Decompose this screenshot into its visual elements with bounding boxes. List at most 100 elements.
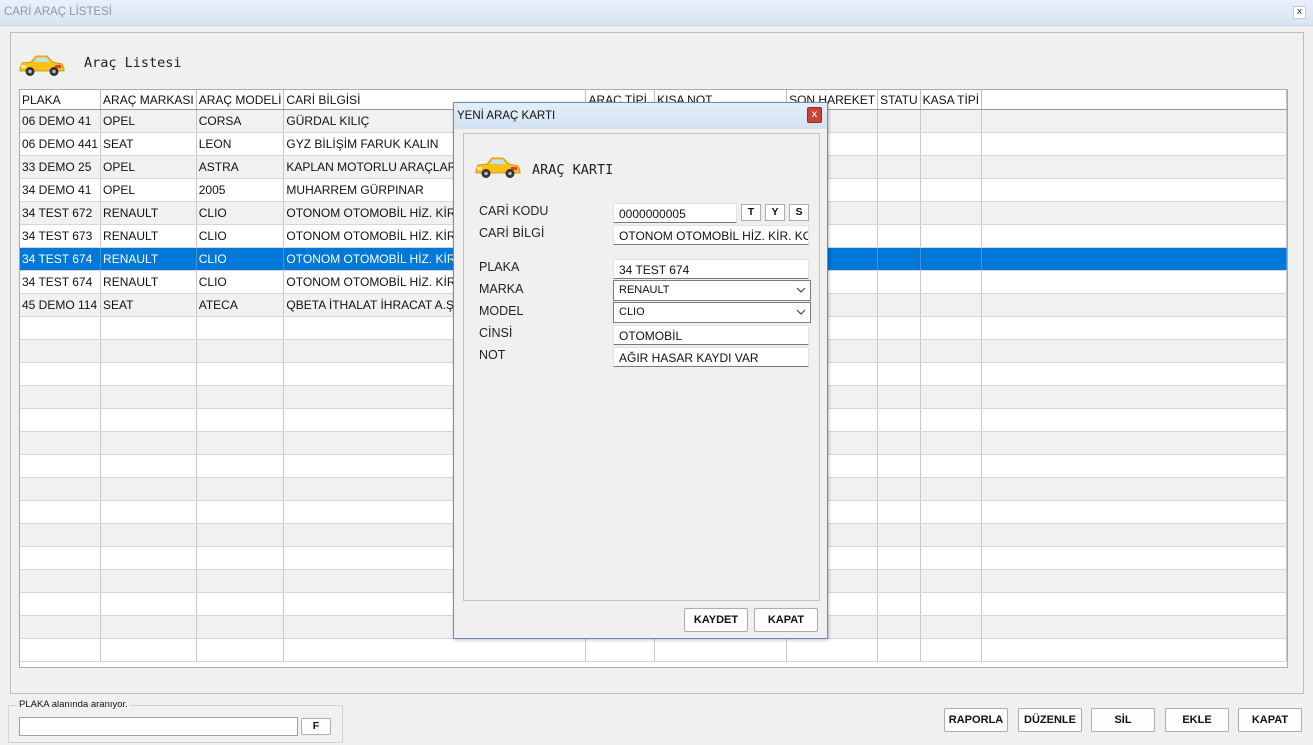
table-cell [920, 431, 983, 455]
close-button[interactable]: KAPAT [1238, 708, 1302, 732]
table-cell [877, 247, 921, 271]
table-cell [20, 385, 102, 409]
add-button[interactable]: EKLE [1165, 708, 1229, 732]
s-button[interactable]: S [789, 204, 809, 221]
table-cell [100, 454, 197, 478]
cinsi-input[interactable]: OTOMOBİL [613, 325, 809, 345]
table-cell [877, 362, 921, 386]
table-cell [877, 293, 921, 317]
cari-bilgi-label: CARİ BİLGİ [479, 226, 545, 240]
model-value: CLIO [619, 306, 645, 318]
column-header[interactable]: ARAÇ MARKASI [100, 90, 197, 110]
column-header[interactable]: KASA TİPİ [920, 90, 983, 110]
table-cell: CLIO [196, 224, 285, 248]
cari-kodu-input[interactable]: 0000000005 [613, 203, 737, 223]
table-cell [981, 546, 1287, 570]
cari-kodu-label: CARİ KODU [479, 204, 549, 218]
table-cell [877, 569, 921, 593]
search-input[interactable] [19, 717, 298, 736]
marka-select[interactable]: RENAULT [613, 280, 811, 301]
table-cell [196, 339, 285, 363]
table-cell [100, 362, 197, 386]
y-button[interactable]: Y [765, 204, 785, 221]
new-vehicle-dialog: YENİ ARAÇ KARTI x ARAÇ KARTI CARİ KODU 0… [453, 102, 828, 639]
dialog-close-icon[interactable]: x [807, 107, 822, 123]
dialog-titlebar: YENİ ARAÇ KARTI x [454, 103, 827, 129]
table-cell [877, 224, 921, 248]
table-cell [20, 569, 102, 593]
column-header[interactable]: ARAÇ MODELİ [196, 90, 285, 110]
plaka-label: PLAKA [479, 260, 520, 274]
table-row[interactable] [20, 638, 1287, 662]
table-cell [20, 477, 102, 501]
table-cell [920, 247, 983, 271]
table-cell [196, 500, 285, 524]
table-cell [981, 592, 1287, 616]
table-cell [20, 592, 102, 616]
table-cell [196, 362, 285, 386]
table-cell [877, 592, 921, 616]
table-cell: OPEL [100, 109, 197, 133]
table-cell [981, 454, 1287, 478]
dialog-title: YENİ ARAÇ KARTI [457, 110, 556, 122]
table-cell: OPEL [100, 178, 197, 202]
table-cell [100, 523, 197, 547]
table-cell [196, 638, 285, 662]
cinsi-label: CİNSİ [479, 326, 513, 340]
table-cell [100, 339, 197, 363]
edit-button[interactable]: DÜZENLE [1018, 708, 1082, 732]
table-cell [100, 477, 197, 501]
table-cell: 34 DEMO 41 [20, 178, 102, 202]
table-cell [920, 569, 983, 593]
dialog-close-button[interactable]: KAPAT [754, 608, 818, 632]
column-header[interactable]: STATU [877, 90, 921, 110]
table-cell [20, 362, 102, 386]
report-button[interactable]: RAPORLA [944, 708, 1008, 732]
table-cell [981, 385, 1287, 409]
table-cell [786, 638, 879, 662]
find-button[interactable]: F [301, 718, 331, 735]
table-cell [981, 500, 1287, 524]
model-select[interactable]: CLIO [613, 302, 811, 323]
table-cell [920, 224, 983, 248]
table-cell: 45 DEMO 114 [20, 293, 102, 317]
t-button[interactable]: T [741, 204, 761, 221]
table-cell [920, 638, 983, 662]
plaka-input[interactable]: 34 TEST 674 [613, 259, 809, 279]
window-close-button[interactable]: x [1293, 6, 1306, 19]
car-icon [475, 157, 521, 178]
table-cell [877, 132, 921, 156]
table-cell [877, 523, 921, 547]
table-cell: RENAULT [100, 201, 197, 225]
table-cell: 34 TEST 673 [20, 224, 102, 248]
table-cell [20, 546, 102, 570]
table-cell [981, 270, 1287, 294]
table-cell [981, 201, 1287, 225]
table-cell [920, 132, 983, 156]
table-cell [100, 408, 197, 432]
table-cell [283, 638, 587, 662]
table-cell [196, 546, 285, 570]
delete-button[interactable]: SİL [1091, 708, 1155, 732]
cari-bilgi-input[interactable]: OTONOM OTOMOBİL HİZ. KİR. KOLL [613, 225, 809, 245]
table-cell [920, 615, 983, 639]
table-cell [981, 224, 1287, 248]
table-cell [196, 477, 285, 501]
table-cell: CLIO [196, 201, 285, 225]
table-cell [100, 500, 197, 524]
table-cell [920, 546, 983, 570]
table-cell [100, 592, 197, 616]
table-cell [981, 362, 1287, 386]
table-cell [196, 316, 285, 340]
table-cell [20, 408, 102, 432]
table-cell [981, 109, 1287, 133]
table-cell [20, 431, 102, 455]
column-header[interactable]: PLAKA [20, 90, 102, 110]
table-cell [877, 155, 921, 179]
not-input[interactable]: AĞIR HASAR KAYDI VAR [613, 347, 809, 367]
model-label: MODEL [479, 304, 524, 318]
save-button[interactable]: KAYDET [684, 608, 748, 632]
table-cell [877, 270, 921, 294]
table-cell: 2005 [196, 178, 285, 202]
table-cell [981, 132, 1287, 156]
